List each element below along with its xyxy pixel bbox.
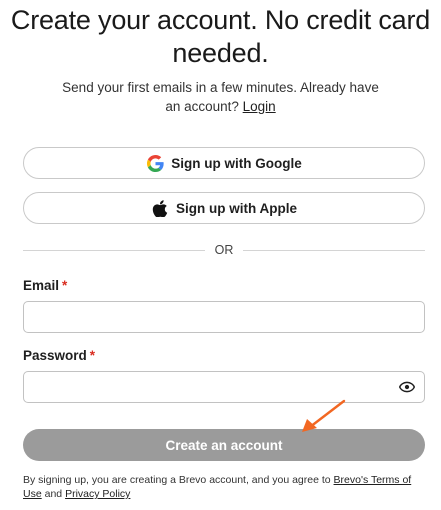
email-required-mark: * xyxy=(62,278,68,293)
divider-or: OR xyxy=(214,243,234,257)
subtitle: Send your first emails in a few minutes.… xyxy=(62,78,379,116)
password-label-text: Password xyxy=(23,348,87,363)
divider-line-left xyxy=(23,250,205,251)
email-label: Email * xyxy=(23,278,67,293)
page-title: Create your account. No credit card need… xyxy=(10,5,431,68)
google-signup-button[interactable]: Sign up with Google xyxy=(23,147,425,179)
apple-signup-label: Sign up with Apple xyxy=(176,200,297,216)
divider-line-right xyxy=(243,250,425,251)
apple-signup-button[interactable]: Sign up with Apple xyxy=(23,192,425,224)
email-field[interactable] xyxy=(23,301,425,333)
signup-page: Create your account. No credit card need… xyxy=(0,0,441,510)
privacy-policy-link[interactable]: Privacy Policy xyxy=(65,488,130,500)
google-icon xyxy=(146,154,164,172)
google-signup-label: Sign up with Google xyxy=(171,155,302,171)
eye-icon[interactable] xyxy=(398,379,416,395)
password-required-mark: * xyxy=(89,348,96,363)
apple-icon xyxy=(151,199,169,217)
email-label-text: Email xyxy=(23,278,60,293)
password-label: Password * xyxy=(23,348,95,363)
create-account-button[interactable]: Create an account xyxy=(23,429,425,461)
terms-text: By signing up, you are creating a Brevo … xyxy=(23,473,428,501)
login-link[interactable]: Login xyxy=(243,99,276,114)
terms-prefix: By signing up, you are creating a Brevo … xyxy=(23,474,331,486)
terms-conjunction: and xyxy=(44,488,63,500)
password-field[interactable] xyxy=(23,371,425,403)
subtitle-text: Send your first emails in a few minutes.… xyxy=(62,80,379,114)
